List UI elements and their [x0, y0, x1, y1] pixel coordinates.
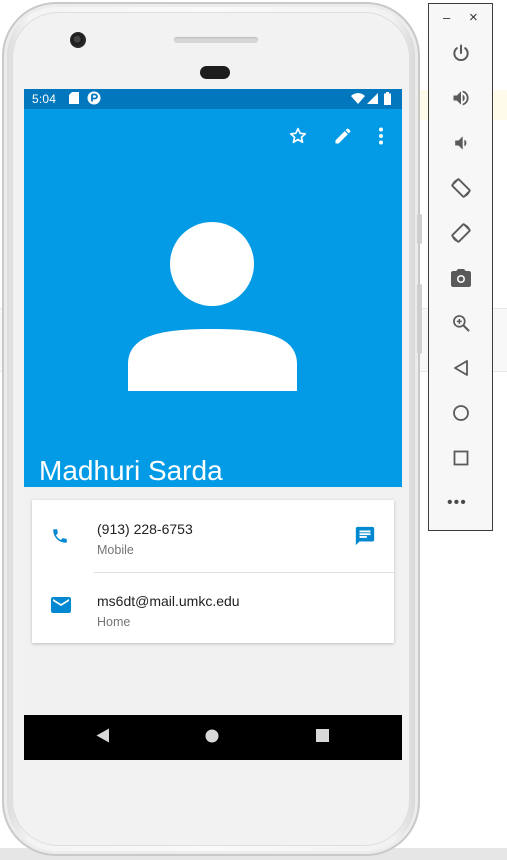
phone-number: (913) 228-6753: [97, 521, 193, 537]
nav-home-button[interactable]: [197, 725, 227, 751]
avatar-head: [170, 222, 254, 306]
phone-frame: 5:04 Madhuri Sarda (913) 228-6753 Mobile…: [2, 2, 422, 856]
nav-recents-button[interactable]: [307, 725, 337, 751]
screenshot-button[interactable]: [448, 267, 474, 293]
emulator-close-button[interactable]: ×: [469, 9, 478, 26]
cellular-signal-icon: [367, 93, 378, 107]
contact-name: Madhuri Sarda: [39, 455, 223, 486]
rotate-right-button[interactable]: [448, 222, 474, 248]
home-circle-icon: [205, 729, 219, 748]
volume-side-button: [417, 284, 422, 354]
more-vert-icon: [378, 127, 384, 150]
star-outline-icon: [288, 126, 308, 151]
wifi-icon: [351, 93, 365, 107]
zoom-button[interactable]: [448, 312, 474, 338]
camera-icon: [451, 268, 471, 292]
screen: 5:04 Madhuri Sarda (913) 228-6753 Mobile…: [24, 89, 402, 760]
emulator-toolbar: – × •••: [428, 3, 493, 531]
status-time: 5:04: [32, 92, 57, 106]
power-side-button: [417, 214, 422, 244]
volume-down-button[interactable]: [448, 132, 474, 158]
edit-contact-button[interactable]: [328, 123, 358, 153]
rotate-left-button[interactable]: [448, 177, 474, 203]
emulator-minimize-button[interactable]: –: [443, 10, 450, 25]
front-camera: [70, 32, 86, 48]
volume-down-icon: [451, 133, 471, 158]
emulator-back-button[interactable]: [448, 357, 474, 383]
phone-icon: [51, 527, 69, 550]
zoom-in-icon: [451, 313, 471, 338]
emulator-overview-button[interactable]: [448, 447, 474, 473]
message-icon[interactable]: [354, 525, 376, 552]
email-address: ms6dt@mail.umkc.edu: [97, 593, 240, 609]
contact-avatar: [128, 221, 298, 396]
email-type: Home: [97, 615, 131, 629]
status-bar: 5:04: [24, 89, 402, 109]
power-button[interactable]: [448, 42, 474, 68]
earpiece: [200, 66, 230, 79]
back-outline-icon: [453, 359, 469, 382]
sd-card-icon: [69, 92, 79, 107]
more-options-ellipsis[interactable]: •••: [447, 495, 467, 511]
rotate-left-icon: [450, 177, 472, 204]
phone-type: Mobile: [97, 543, 134, 557]
battery-icon: [384, 92, 391, 108]
more-options-button[interactable]: [366, 123, 396, 153]
contact-header: Madhuri Sarda: [24, 109, 402, 487]
recents-square-icon: [315, 729, 329, 747]
volume-up-icon: [451, 88, 471, 113]
power-icon: [451, 43, 471, 68]
nav-back-button[interactable]: [88, 725, 118, 751]
speaker-grill: [174, 37, 258, 43]
edit-pencil-icon: [333, 126, 353, 151]
favorite-star-button[interactable]: [283, 123, 313, 153]
back-triangle-icon: [96, 728, 110, 748]
avatar-body: [128, 329, 297, 391]
home-outline-icon: [452, 404, 470, 427]
contact-details-card: (913) 228-6753 Mobile ms6dt@mail.umkc.ed…: [32, 500, 394, 643]
volume-up-button[interactable]: [448, 87, 474, 113]
navigation-bar: [24, 715, 402, 760]
app-notification-icon: [87, 91, 101, 108]
row-divider: [94, 572, 394, 573]
emulator-home-button[interactable]: [448, 402, 474, 428]
rotate-right-icon: [450, 222, 472, 249]
email-icon: [51, 597, 71, 618]
overview-outline-icon: [453, 450, 469, 471]
